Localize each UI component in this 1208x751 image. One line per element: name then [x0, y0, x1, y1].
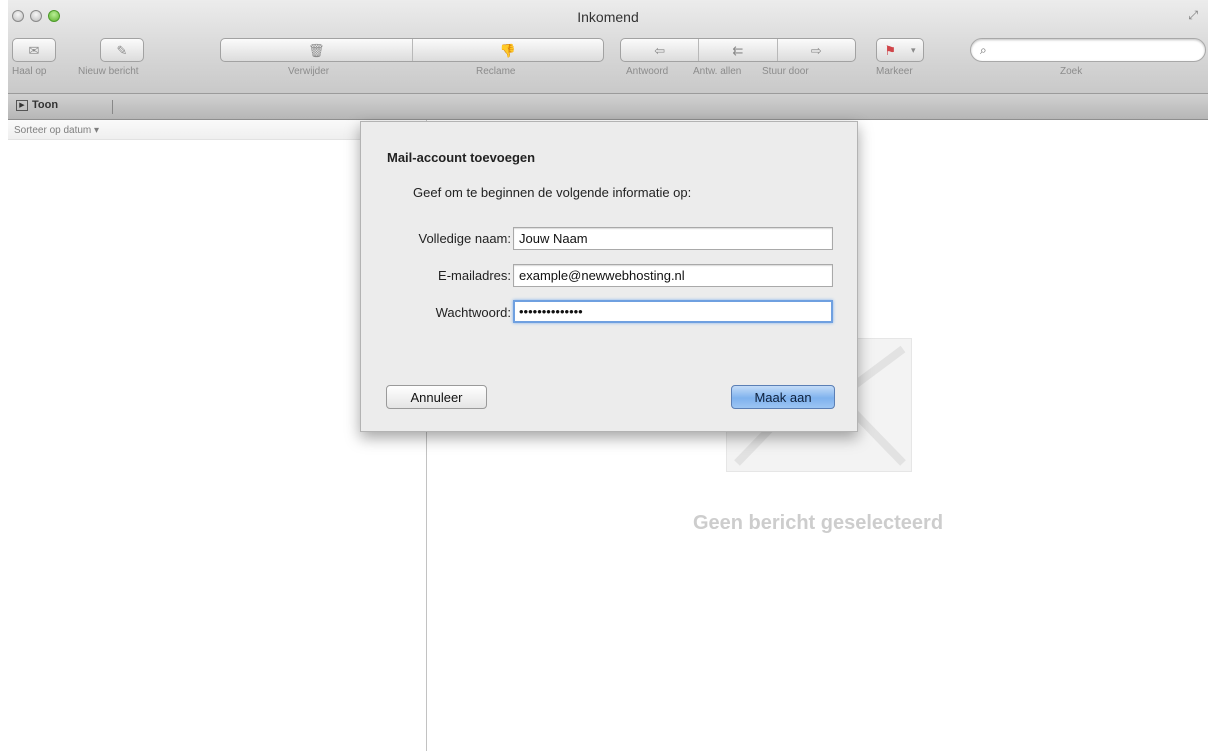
delete-button[interactable]: 🗑: [221, 39, 413, 61]
show-label: Toon: [32, 99, 59, 111]
junk-label: Reclame: [476, 66, 516, 77]
password-label: Wachtwoord:: [435, 305, 511, 320]
junk-button[interactable]: 👎: [413, 39, 604, 61]
window-title: Inkomend: [577, 9, 639, 25]
title-toolbar: Inkomend ⤢ ✉ Haal op ✎ Nieuw bericht 🗑 👎…: [8, 0, 1208, 94]
flag-button[interactable]: ⚑ ▾: [876, 38, 924, 62]
delete-junk-group: 🗑 👎: [220, 38, 604, 62]
chevron-down-icon: ▾: [911, 44, 916, 55]
dialog-intro: Geef om te beginnen de volgende informat…: [413, 185, 692, 200]
email-label: E-mailadres:: [438, 268, 511, 283]
dialog-title: Mail-account toevoegen: [387, 150, 536, 165]
reply-all-button[interactable]: ⇇: [699, 39, 778, 61]
favorites-bar: ▶ Toon: [8, 94, 1208, 120]
create-button[interactable]: Maak aan: [731, 385, 835, 409]
envelope-icon: ✉: [28, 42, 40, 58]
reply-group: ⇦ ⇇ ⇨: [620, 38, 856, 62]
new-message-button[interactable]: ✎: [100, 38, 144, 62]
reply-label: Antwoord: [626, 66, 669, 77]
search-label: Zoek: [1060, 66, 1083, 77]
get-mail-button[interactable]: ✉: [12, 38, 56, 62]
flag-icon: ⚑: [884, 42, 897, 58]
thumbs-down-icon: 👎: [499, 42, 516, 58]
no-message-text: Geen bericht geselecteerd: [692, 512, 944, 534]
divider: [112, 100, 113, 114]
reply-icon: ⇦: [654, 42, 666, 58]
flag-label: Markeer: [876, 66, 913, 77]
full-name-label: Volledige naam:: [418, 231, 511, 246]
reply-button[interactable]: ⇦: [621, 39, 700, 61]
password-field[interactable]: [513, 300, 833, 323]
compose-icon: ✎: [116, 42, 128, 58]
new-message-label: Nieuw bericht: [78, 66, 139, 77]
sidebar-toggle-icon: ▶: [16, 99, 28, 111]
search-input[interactable]: ⌕: [970, 38, 1206, 62]
fullscreen-icon[interactable]: ⤢: [1188, 8, 1198, 23]
cancel-button[interactable]: Annuleer: [386, 385, 487, 409]
get-mail-label: Haal op: [12, 66, 47, 77]
add-account-dialog: Mail-account toevoegen Geef om te beginn…: [360, 121, 858, 432]
trash-icon: 🗑: [307, 42, 325, 58]
reply-all-label: Antw. allen: [693, 66, 742, 77]
search-icon: ⌕: [980, 43, 987, 57]
email-field[interactable]: [513, 264, 833, 287]
delete-label: Verwijder: [288, 66, 330, 77]
forward-button[interactable]: ⇨: [778, 39, 855, 61]
forward-label: Stuur door: [762, 66, 809, 77]
reply-all-icon: ⇇: [732, 42, 744, 58]
forward-icon: ⇨: [810, 42, 822, 58]
show-mailboxes-button[interactable]: ▶ Toon: [16, 99, 58, 111]
full-name-field[interactable]: [513, 227, 833, 250]
